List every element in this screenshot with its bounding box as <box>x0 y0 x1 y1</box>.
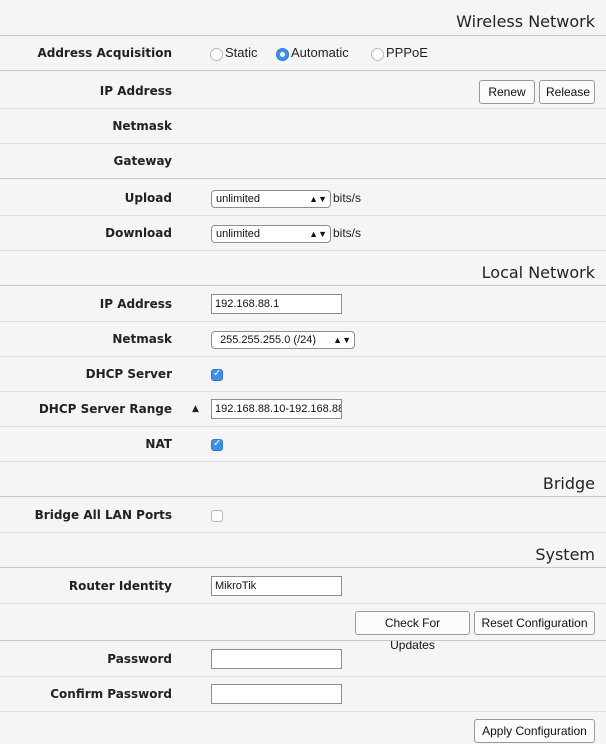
radio-pppoe[interactable] <box>371 48 384 61</box>
divider <box>0 321 606 322</box>
divider <box>0 640 606 641</box>
system-title: System <box>535 545 595 564</box>
upload-unit: bits/s <box>333 191 362 205</box>
select-arrows-icon: ▲▼ <box>309 229 327 239</box>
divider <box>0 603 606 604</box>
local-network-title: Local Network <box>481 263 595 282</box>
upload-select[interactable]: unlimited ▲▼ <box>211 190 331 208</box>
divider <box>0 250 606 251</box>
download-select-value: unlimited <box>216 228 261 240</box>
nat-label: NAT <box>145 437 172 451</box>
bridge-all-lan-ports-label: Bridge All LAN Ports <box>34 508 172 522</box>
radio-automatic-label[interactable]: Automatic <box>291 45 349 60</box>
radio-automatic[interactable] <box>276 48 289 61</box>
download-select[interactable]: unlimited ▲▼ <box>211 225 331 243</box>
wireless-network-title: Wireless Network <box>456 12 595 31</box>
divider <box>0 70 606 71</box>
select-arrows-icon: ▲▼ <box>309 194 327 204</box>
password-label: Password <box>107 652 172 666</box>
divider <box>0 108 606 109</box>
radio-static-label[interactable]: Static <box>225 45 258 60</box>
divider <box>0 178 606 179</box>
local-netmask-label: Netmask <box>112 332 172 346</box>
wireless-netmask-label: Netmask <box>112 119 172 133</box>
radio-pppoe-label[interactable]: PPPoE <box>386 45 428 60</box>
local-netmask-select[interactable]: 255.255.255.0 (/24) ▲▼ <box>211 331 355 349</box>
divider <box>0 215 606 216</box>
divider <box>0 391 606 392</box>
download-label: Download <box>105 226 172 240</box>
check-icon: ✓ <box>213 368 222 379</box>
confirm-password-input[interactable] <box>211 684 342 704</box>
divider <box>0 426 606 427</box>
router-identity-label: Router Identity <box>68 579 172 593</box>
check-icon: ✓ <box>213 438 222 449</box>
release-button[interactable]: Release <box>539 80 595 104</box>
address-acquisition-label: Address Acquisition <box>37 46 172 60</box>
dhcp-server-range-input[interactable]: 192.168.88.10-192.168.88.254 <box>211 399 342 419</box>
bridge-all-lan-ports-checkbox[interactable] <box>211 510 223 522</box>
divider <box>0 711 606 712</box>
wireless-gateway-label: Gateway <box>113 154 172 168</box>
divider <box>0 356 606 357</box>
bridge-title: Bridge <box>542 474 595 493</box>
divider <box>0 143 606 144</box>
upload-select-value: unlimited <box>216 193 261 205</box>
dhcp-server-checkbox[interactable]: ✓ <box>211 368 223 381</box>
upload-label: Upload <box>124 191 172 205</box>
divider <box>0 461 606 462</box>
divider <box>0 567 606 568</box>
confirm-password-label: Confirm Password <box>50 687 172 701</box>
wireless-ip-address-label: IP Address <box>99 84 172 98</box>
renew-button[interactable]: Renew <box>479 80 535 104</box>
local-netmask-value: 255.255.255.0 (/24) <box>220 334 317 346</box>
dhcp-server-label: DHCP Server <box>85 367 172 381</box>
select-arrows-icon: ▲▼ <box>333 335 351 345</box>
divider <box>0 496 606 497</box>
local-ip-address-label: IP Address <box>99 297 172 311</box>
divider <box>0 35 606 36</box>
nat-checkbox[interactable]: ✓ <box>211 438 223 451</box>
local-ip-address-input[interactable]: 192.168.88.1 <box>211 294 342 314</box>
divider <box>0 676 606 677</box>
router-identity-input[interactable]: MikroTik <box>211 576 342 596</box>
radio-static[interactable] <box>210 48 223 61</box>
reset-configuration-button[interactable]: Reset Configuration <box>474 611 595 635</box>
dhcp-server-range-label: DHCP Server Range <box>38 402 172 416</box>
password-input[interactable] <box>211 649 342 669</box>
divider <box>0 532 606 533</box>
check-for-updates-button[interactable]: Check For Updates <box>355 611 470 652</box>
apply-configuration-button[interactable]: Apply Configuration <box>474 719 595 743</box>
divider <box>0 285 606 286</box>
collapse-triangle-icon[interactable]: ▲ <box>192 404 199 414</box>
download-unit: bits/s <box>333 226 362 240</box>
